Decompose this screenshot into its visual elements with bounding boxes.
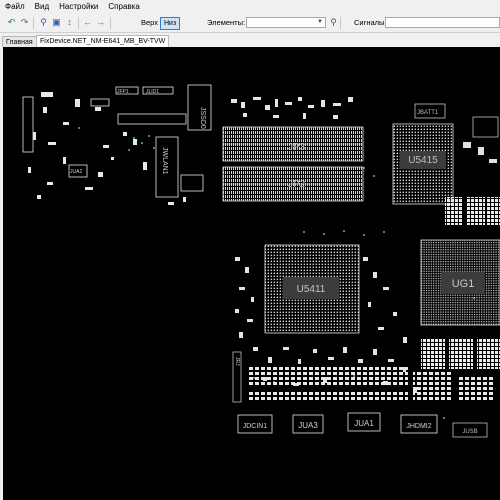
side-bottom-button[interactable]: Низ xyxy=(160,17,181,30)
signals-label: Сигналы: xyxy=(354,18,387,27)
label-jssd0: JSSD0 xyxy=(199,107,206,129)
tab-bar: Главная FixDevice.NET_NM-E641_MB_BV-TVW xyxy=(0,33,500,47)
zoom-in-icon[interactable]: ⚲ xyxy=(38,17,49,28)
toolbar: ↶ ↷ ⚲ ▣ ↕ ← → Верх Низ Элементы: ▼ ⚲ Сиг… xyxy=(0,14,500,33)
menu-settings[interactable]: Настройки xyxy=(54,0,103,14)
label-jwlan1: JWLAN1 xyxy=(161,147,168,175)
label-jdcin1: JDCIN1 xyxy=(243,423,268,430)
upper-cluster xyxy=(231,97,353,119)
tab-board-file[interactable]: FixDevice.NET_NM-E641_MB_BV-TVW xyxy=(36,35,170,47)
toolbar-separator xyxy=(110,17,111,29)
label-jp3: JP3 xyxy=(288,142,306,153)
flip-icon[interactable]: ↕ xyxy=(64,17,75,28)
label-u5411: U5411 xyxy=(297,284,326,295)
menu-view[interactable]: Вид xyxy=(30,0,54,14)
rotate-right-icon[interactable]: ↷ xyxy=(19,17,30,28)
menu-help[interactable]: Справка xyxy=(103,0,144,14)
label-jrj: JRJ xyxy=(234,357,240,366)
toolbar-separator xyxy=(33,17,34,29)
arrow-left-icon[interactable]: ← xyxy=(82,17,93,28)
menu-bar: Файл Вид Настройки Справка xyxy=(0,0,500,14)
vrm-lower xyxy=(421,339,500,369)
label-u5415: U5415 xyxy=(408,155,438,166)
toolbar-separator xyxy=(78,17,79,29)
side-top-button[interactable]: Верх xyxy=(141,18,158,28)
label-jfp1: JFP1 xyxy=(117,89,129,95)
toolbar-separator xyxy=(340,17,341,29)
label-jua3: JUA3 xyxy=(298,421,318,430)
elements-combo[interactable]: ▼ xyxy=(246,17,326,28)
label-jua2: JUA2 xyxy=(70,169,82,175)
board-canvas[interactable]: JP3 JP2 U5415 JBATT1 UG1 U5411 JDCIN1 JU… xyxy=(3,47,500,500)
search-icon[interactable]: ⚲ xyxy=(328,17,339,28)
arrow-right-icon[interactable]: → xyxy=(95,17,106,28)
pad-row xyxy=(248,367,493,402)
tab-home[interactable]: Главная xyxy=(2,36,37,47)
label-jua1: JUA1 xyxy=(354,419,374,428)
left-connectors-area xyxy=(22,84,212,198)
label-jusb: JUSB xyxy=(462,429,477,435)
signals-input[interactable] xyxy=(385,17,500,28)
elements-label: Элементы: xyxy=(207,18,246,27)
menu-file[interactable]: Файл xyxy=(0,0,30,14)
chevron-down-icon[interactable]: ▼ xyxy=(316,18,324,27)
label-jp2: JP2 xyxy=(288,179,306,190)
rotate-left-icon[interactable]: ↶ xyxy=(6,17,17,28)
label-jhdmi2: JHDMI2 xyxy=(406,423,431,430)
label-jlid1: JLID1 xyxy=(146,89,159,95)
label-jbatt1: JBATT1 xyxy=(417,110,439,116)
zoom-fit-icon[interactable]: ▣ xyxy=(51,17,62,28)
label-ug1: UG1 xyxy=(452,278,475,290)
